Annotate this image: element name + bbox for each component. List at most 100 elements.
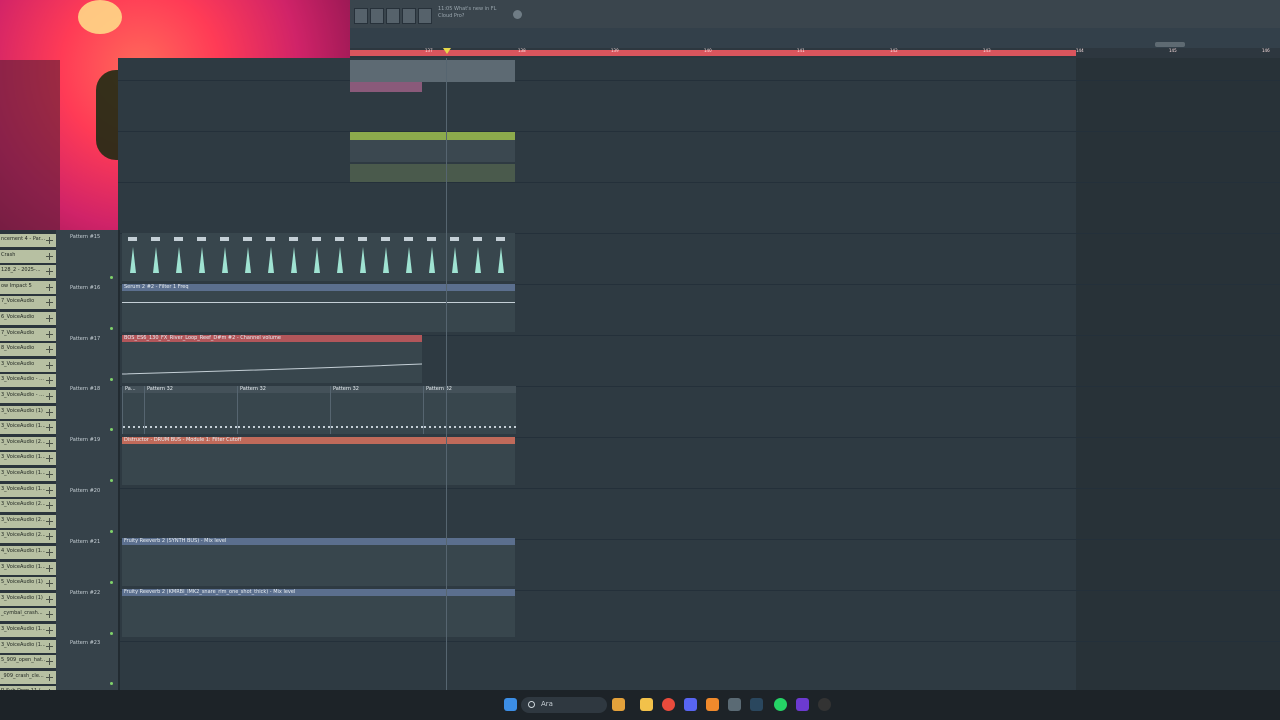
app-icon[interactable] xyxy=(728,698,741,711)
track-enable-icon[interactable] xyxy=(110,580,113,584)
channel-item[interactable]: 3_VoiceAudio (2... xyxy=(0,436,56,452)
refresh-icon[interactable] xyxy=(513,10,522,19)
add-icon[interactable] xyxy=(46,642,53,650)
channel-item[interactable]: 3_VoiceAudio (1... xyxy=(0,452,56,468)
track-enable-icon[interactable] xyxy=(110,326,113,330)
channel-item[interactable]: 7_VoiceAudio xyxy=(0,296,56,312)
file-icon[interactable] xyxy=(354,8,368,24)
playhead-marker-icon[interactable] xyxy=(443,48,451,54)
track-enable-icon[interactable] xyxy=(110,682,113,686)
add-icon[interactable] xyxy=(46,595,53,603)
add-icon[interactable] xyxy=(46,252,53,260)
track-enable-icon[interactable] xyxy=(110,428,113,432)
channel-item[interactable]: _cymbal_crash... xyxy=(0,608,56,624)
playlist-scrollbar[interactable] xyxy=(350,28,1280,48)
app2-icon[interactable] xyxy=(796,698,809,711)
clip-purple[interactable] xyxy=(350,82,422,92)
add-icon[interactable] xyxy=(46,361,53,369)
stop-icon[interactable] xyxy=(418,8,432,24)
add-icon[interactable] xyxy=(46,283,53,291)
add-icon[interactable] xyxy=(46,424,53,432)
add-icon[interactable] xyxy=(46,611,53,619)
channel-item[interactable]: 8_VoiceAudio xyxy=(0,343,56,359)
add-icon[interactable] xyxy=(46,377,53,385)
track-label[interactable]: Pattern #19 xyxy=(70,437,100,443)
add-icon[interactable] xyxy=(46,408,53,416)
add-icon[interactable] xyxy=(46,455,53,463)
play-icon[interactable] xyxy=(402,8,416,24)
add-icon[interactable] xyxy=(46,346,53,354)
pattern32-clip[interactable]: Pa... xyxy=(122,386,145,434)
whatsapp-icon[interactable] xyxy=(774,698,787,711)
track-label[interactable]: Pattern #21 xyxy=(70,539,100,545)
discord-icon[interactable] xyxy=(684,698,697,711)
channel-item[interactable]: 3_VoiceAudio xyxy=(0,358,56,374)
add-icon[interactable] xyxy=(46,237,53,244)
channel-item[interactable]: 3_VoiceAudio (1... xyxy=(0,468,56,483)
track-enable-icon[interactable] xyxy=(110,276,113,279)
track-label[interactable]: Pattern #18 xyxy=(70,386,100,392)
channel-item[interactable]: 3_VoiceAudio (1... xyxy=(0,483,56,499)
track-label[interactable]: Pattern #17 xyxy=(70,336,100,342)
channel-item[interactable]: 3_VoiceAudio (1... xyxy=(0,624,56,639)
bos-automation-clip[interactable]: BOS_ES6_130_FX_River_Loop_Reef_D#m #2 - … xyxy=(122,335,422,383)
channel-item[interactable]: 3_VoiceAudio (1... xyxy=(0,639,56,655)
add-icon[interactable] xyxy=(46,658,53,666)
add-icon[interactable] xyxy=(46,549,53,556)
channel-item[interactable]: 128_2 - 2025-... xyxy=(0,265,56,281)
serum-automation-clip[interactable]: Serum 2 #2 - Filter 1 Freq xyxy=(122,284,515,332)
channel-item[interactable]: 3_VoiceAudio (2... xyxy=(0,514,56,530)
track-enable-icon[interactable] xyxy=(110,479,113,483)
playlist-grid[interactable]: Serum 2 #2 - Filter 1 Freq BOS_ES6_130_F… xyxy=(118,58,1280,693)
add-icon[interactable] xyxy=(46,533,53,541)
pencil-icon[interactable] xyxy=(386,8,400,24)
scroll-thumb[interactable] xyxy=(1155,42,1185,47)
kick-pattern-clip[interactable] xyxy=(122,233,515,281)
channel-item[interactable]: 3_VoiceAudio (2... xyxy=(0,499,56,515)
pattern32-clip[interactable]: Pattern 32 xyxy=(330,386,424,434)
chrome-icon[interactable] xyxy=(662,698,675,711)
channel-item[interactable]: 7_VoiceAudio xyxy=(0,327,56,343)
folder-icon[interactable] xyxy=(640,698,653,711)
track-enable-icon[interactable] xyxy=(110,377,113,381)
add-icon[interactable] xyxy=(46,315,53,322)
track-label[interactable]: Pattern #22 xyxy=(70,590,100,596)
timeline-ruler[interactable]: 137 138 139 140 141 142 143 144 145 146 xyxy=(350,48,1280,58)
add-icon[interactable] xyxy=(46,471,53,478)
channel-item[interactable]: 3_VoiceAudio (1... xyxy=(0,421,56,437)
distructor-automation-clip[interactable]: Distructor - DRUM BUS - Module 1: Filter… xyxy=(122,437,515,485)
add-icon[interactable] xyxy=(46,439,53,447)
channel-item[interactable]: ow Impact 5 xyxy=(0,280,56,296)
windows-start-icon[interactable] xyxy=(504,698,517,711)
channel-item[interactable]: ncement 4 - Par... xyxy=(0,234,56,249)
add-icon[interactable] xyxy=(46,330,53,338)
audio-clip-top[interactable] xyxy=(350,60,515,82)
channel-item[interactable]: 3_VoiceAudio (1... xyxy=(0,561,56,577)
news-panel[interactable]: 11:05 What's new in FL Cloud Pro? xyxy=(438,6,508,20)
channel-item[interactable]: 5_909_open_hat... xyxy=(0,655,56,671)
track-label[interactable]: Pattern #20 xyxy=(70,488,100,494)
channel-item[interactable]: 6_VoiceAudio xyxy=(0,312,56,327)
channel-item[interactable]: Crash xyxy=(0,249,56,265)
track-enable-icon[interactable] xyxy=(110,530,113,533)
add-icon[interactable] xyxy=(46,517,53,525)
loop-region[interactable] xyxy=(350,50,1076,56)
app3-icon[interactable] xyxy=(818,698,831,711)
channel-item[interactable]: 3_VoiceAudio (1) xyxy=(0,405,56,421)
clip-green[interactable] xyxy=(350,132,515,140)
clip-green-body[interactable] xyxy=(350,140,515,162)
add-icon[interactable] xyxy=(46,564,53,572)
channel-item[interactable]: 4_VoiceAudio (1... xyxy=(0,546,56,561)
add-icon[interactable] xyxy=(46,627,53,634)
add-icon[interactable] xyxy=(46,486,53,494)
track-enable-icon[interactable] xyxy=(110,631,113,635)
add-icon[interactable] xyxy=(46,299,53,307)
pattern32-clip[interactable]: Pattern 32 xyxy=(144,386,238,434)
reverb-snare-clip[interactable]: Fruity Reeverb 2 (KMRBI_IMK2_snare_rim_o… xyxy=(122,589,515,637)
add-icon[interactable] xyxy=(46,502,53,510)
add-icon[interactable] xyxy=(46,673,53,681)
reverb-synth-clip[interactable]: Fruity Reeverb 2 (SYNTH BUS) - Mix level xyxy=(122,538,515,586)
channel-item[interactable]: 3_VoiceAudio - ... xyxy=(0,374,56,390)
widget-icon[interactable] xyxy=(612,698,625,711)
channel-item[interactable]: 5_VoiceAudio (1) xyxy=(0,577,56,593)
